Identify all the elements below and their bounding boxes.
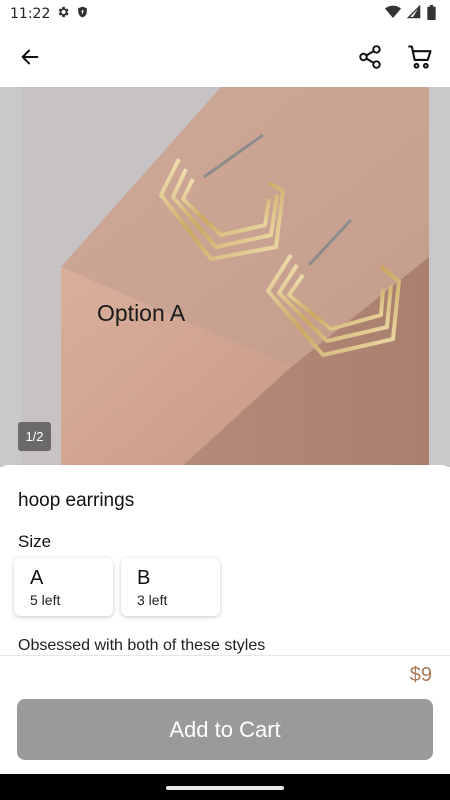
battery-icon: [427, 4, 436, 24]
status-left: 11:22: [10, 5, 89, 23]
size-stock: 5 left: [30, 592, 61, 608]
status-time: 11:22: [10, 6, 51, 22]
wifi-icon: [385, 5, 401, 23]
app-bar: [0, 28, 450, 86]
divider: [0, 655, 450, 656]
product-details-sheet: hoop earrings Size A 5 left B 3 left Obs…: [0, 465, 450, 655]
status-bar: 11:22: [0, 0, 450, 28]
size-label: Size: [18, 532, 52, 551]
arrow-back-icon[interactable]: [14, 41, 46, 73]
product-description: Obsessed with both of these styles: [18, 637, 266, 654]
size-stock: 3 left: [137, 592, 168, 608]
shield-icon: [76, 5, 89, 23]
product-title: hoop earrings: [18, 490, 135, 511]
size-option-b[interactable]: B 3 left: [121, 558, 220, 616]
app-bar-actions: [354, 41, 436, 73]
product-photo: [21, 87, 429, 467]
size-option-a[interactable]: A 5 left: [14, 558, 113, 616]
option-label: Option A: [97, 300, 186, 326]
status-right: [385, 4, 436, 24]
share-icon[interactable]: [354, 41, 386, 73]
size-options: A 5 left B 3 left: [14, 558, 220, 616]
size-name: B: [137, 567, 151, 589]
home-gesture-handle[interactable]: [166, 786, 284, 790]
product-image-carousel[interactable]: Option A 1/2: [0, 87, 450, 467]
price: $9: [409, 664, 432, 686]
add-to-cart-button[interactable]: Add to Cart: [17, 699, 433, 760]
size-name: A: [30, 567, 44, 589]
cart-icon[interactable]: [404, 41, 436, 73]
gear-icon: [56, 5, 70, 23]
cellular-signal-icon: [406, 4, 421, 23]
page-indicator: 1/2: [18, 422, 51, 451]
